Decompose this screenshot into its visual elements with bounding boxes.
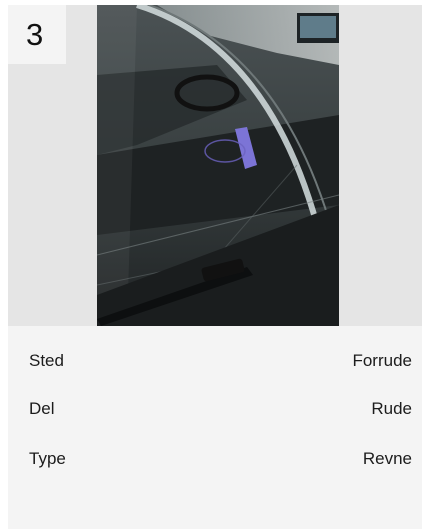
- detail-row-type: Type Revne: [8, 449, 422, 473]
- detail-label: Sted: [29, 351, 64, 370]
- detail-value: Revne: [362, 449, 412, 468]
- image-area: 3: [8, 5, 422, 326]
- detail-label: Type: [29, 449, 66, 468]
- damage-card: 3 Sted Forrude Del Rude Type Revne: [8, 5, 422, 529]
- damage-details: Sted Forrude Del Rude Type Revne: [8, 326, 422, 529]
- detail-row-location: Sted Forrude: [8, 351, 422, 375]
- damage-photo[interactable]: [97, 5, 339, 326]
- detail-row-part: Del Rude: [8, 399, 422, 423]
- damage-index-badge: 3: [8, 5, 66, 64]
- detail-label: Del: [29, 399, 55, 418]
- windshield-photo-illustration: [97, 5, 339, 326]
- detail-value: Forrude: [352, 351, 412, 370]
- detail-value: Rude: [371, 399, 412, 418]
